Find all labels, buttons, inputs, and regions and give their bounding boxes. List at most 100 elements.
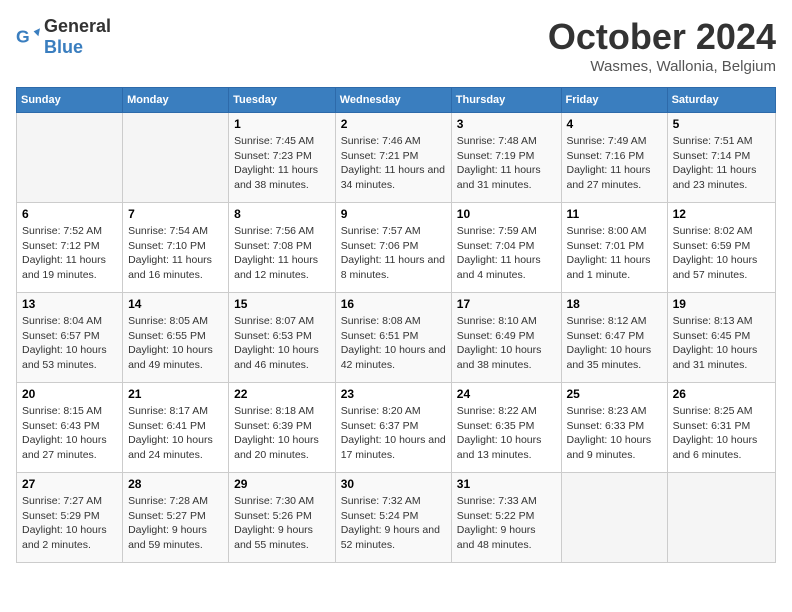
day-info: Sunrise: 7:33 AMSunset: 5:22 PMDaylight:… xyxy=(457,494,556,553)
day-info: Sunrise: 8:05 AMSunset: 6:55 PMDaylight:… xyxy=(128,314,223,373)
logo-icon: G xyxy=(16,25,40,49)
calendar-cell: 4Sunrise: 7:49 AMSunset: 7:16 PMDaylight… xyxy=(561,113,667,203)
calendar-cell: 7Sunrise: 7:54 AMSunset: 7:10 PMDaylight… xyxy=(123,203,229,293)
day-number: 24 xyxy=(457,387,556,401)
col-monday: Monday xyxy=(123,88,229,113)
calendar-cell: 9Sunrise: 7:57 AMSunset: 7:06 PMDaylight… xyxy=(335,203,451,293)
calendar-cell xyxy=(667,473,775,563)
day-info: Sunrise: 7:28 AMSunset: 5:27 PMDaylight:… xyxy=(128,494,223,553)
calendar-cell: 23 Sunrise: 8:20 AMSunset: 6:37 PMDayligh… xyxy=(335,383,451,473)
calendar-cell: 28 Sunrise: 7:28 AMSunset: 5:27 PMDayligh… xyxy=(123,473,229,563)
logo-blue-text: Blue xyxy=(44,37,83,57)
calendar-week-1: 1 Sunrise: 7:45 AMSunset: 7:23 PMDaylight… xyxy=(17,113,776,203)
calendar-cell: 22 Sunrise: 8:18 AMSunset: 6:39 PMDayligh… xyxy=(229,383,336,473)
day-number: 11 xyxy=(567,207,662,221)
calendar-cell: 6 Sunrise: 7:52 AMSunset: 7:12 PMDaylight… xyxy=(17,203,123,293)
day-number: 10 xyxy=(457,207,556,221)
day-number: 3 xyxy=(457,117,556,131)
calendar-week-2: 6 Sunrise: 7:52 AMSunset: 7:12 PMDaylight… xyxy=(17,203,776,293)
col-saturday: Saturday xyxy=(667,88,775,113)
calendar-cell: 21 Sunrise: 8:17 AMSunset: 6:41 PMDayligh… xyxy=(123,383,229,473)
day-number: 8 xyxy=(234,207,330,221)
calendar-header: Sunday Monday Tuesday Wednesday Thursday… xyxy=(17,88,776,113)
day-info: Sunrise: 8:17 AMSunset: 6:41 PMDaylight:… xyxy=(128,404,223,463)
calendar-cell: 3 Sunrise: 7:48 AMSunset: 7:19 PMDaylight… xyxy=(451,113,561,203)
day-number: 4 xyxy=(567,117,662,131)
calendar-cell xyxy=(123,113,229,203)
calendar-title: October 2024 xyxy=(548,16,776,58)
calendar-cell xyxy=(17,113,123,203)
day-info: Sunrise: 8:25 AMSunset: 6:31 PMDaylight:… xyxy=(673,404,770,463)
calendar-table: Sunday Monday Tuesday Wednesday Thursday… xyxy=(16,87,776,563)
calendar-cell: 5Sunrise: 7:51 AMSunset: 7:14 PMDaylight… xyxy=(667,113,775,203)
calendar-cell: 31 Sunrise: 7:33 AMSunset: 5:22 PMDayligh… xyxy=(451,473,561,563)
day-info: Sunrise: 8:20 AMSunset: 6:37 PMDaylight:… xyxy=(341,404,446,463)
calendar-cell: 16Sunrise: 8:08 AMSunset: 6:51 PMDayligh… xyxy=(335,293,451,383)
day-info: Sunrise: 8:10 AMSunset: 6:49 PMDaylight:… xyxy=(457,314,556,373)
calendar-cell: 17 Sunrise: 8:10 AMSunset: 6:49 PMDayligh… xyxy=(451,293,561,383)
calendar-cell: 19 Sunrise: 8:13 AMSunset: 6:45 PMDayligh… xyxy=(667,293,775,383)
day-info: Sunrise: 8:13 AMSunset: 6:45 PMDaylight:… xyxy=(673,314,770,373)
calendar-cell: 11Sunrise: 8:00 AMSunset: 7:01 PMDayligh… xyxy=(561,203,667,293)
day-number: 31 xyxy=(457,477,556,491)
calendar-cell: 14 Sunrise: 8:05 AMSunset: 6:55 PMDayligh… xyxy=(123,293,229,383)
day-info: Sunrise: 8:23 AMSunset: 6:33 PMDaylight:… xyxy=(567,404,662,463)
logo: G General Blue xyxy=(16,16,111,58)
calendar-cell: 24 Sunrise: 8:22 AMSunset: 6:35 PMDayligh… xyxy=(451,383,561,473)
calendar-cell: 18 Sunrise: 8:12 AMSunset: 6:47 PMDayligh… xyxy=(561,293,667,383)
day-info: Sunrise: 7:30 AMSunset: 5:26 PMDaylight:… xyxy=(234,494,330,553)
day-info: Sunrise: 7:51 AMSunset: 7:14 PMDaylight:… xyxy=(673,134,770,193)
day-number: 2 xyxy=(341,117,446,131)
calendar-week-3: 13Sunrise: 8:04 AMSunset: 6:57 PMDayligh… xyxy=(17,293,776,383)
day-info: Sunrise: 7:27 AMSunset: 5:29 PMDaylight:… xyxy=(22,494,117,553)
calendar-cell: 25 Sunrise: 8:23 AMSunset: 6:33 PMDayligh… xyxy=(561,383,667,473)
day-info: Sunrise: 8:12 AMSunset: 6:47 PMDaylight:… xyxy=(567,314,662,373)
calendar-cell: 15Sunrise: 8:07 AMSunset: 6:53 PMDayligh… xyxy=(229,293,336,383)
day-number: 20 xyxy=(22,387,117,401)
calendar-cell: 20Sunrise: 8:15 AMSunset: 6:43 PMDayligh… xyxy=(17,383,123,473)
day-number: 27 xyxy=(22,477,117,491)
day-number: 18 xyxy=(567,297,662,311)
calendar-body: 1 Sunrise: 7:45 AMSunset: 7:23 PMDaylight… xyxy=(17,113,776,563)
svg-text:G: G xyxy=(16,27,30,47)
day-info: Sunrise: 7:56 AMSunset: 7:08 PMDaylight:… xyxy=(234,224,330,283)
day-info: Sunrise: 8:18 AMSunset: 6:39 PMDaylight:… xyxy=(234,404,330,463)
day-info: Sunrise: 8:22 AMSunset: 6:35 PMDaylight:… xyxy=(457,404,556,463)
day-number: 14 xyxy=(128,297,223,311)
day-info: Sunrise: 7:46 AMSunset: 7:21 PMDaylight:… xyxy=(341,134,446,193)
calendar-cell: 1 Sunrise: 7:45 AMSunset: 7:23 PMDaylight… xyxy=(229,113,336,203)
day-number: 13 xyxy=(22,297,117,311)
day-info: Sunrise: 7:48 AMSunset: 7:19 PMDaylight:… xyxy=(457,134,556,193)
calendar-cell: 30Sunrise: 7:32 AMSunset: 5:24 PMDayligh… xyxy=(335,473,451,563)
day-number: 19 xyxy=(673,297,770,311)
day-number: 6 xyxy=(22,207,117,221)
calendar-cell xyxy=(561,473,667,563)
day-info: Sunrise: 7:45 AMSunset: 7:23 PMDaylight:… xyxy=(234,134,330,193)
day-number: 15 xyxy=(234,297,330,311)
day-number: 22 xyxy=(234,387,330,401)
calendar-cell: 2 Sunrise: 7:46 AMSunset: 7:21 PMDaylight… xyxy=(335,113,451,203)
day-info: Sunrise: 8:02 AMSunset: 6:59 PMDaylight:… xyxy=(673,224,770,283)
day-info: Sunrise: 8:08 AMSunset: 6:51 PMDaylight:… xyxy=(341,314,446,373)
day-number: 7 xyxy=(128,207,223,221)
day-info: Sunrise: 7:52 AMSunset: 7:12 PMDaylight:… xyxy=(22,224,117,283)
day-number: 29 xyxy=(234,477,330,491)
col-wednesday: Wednesday xyxy=(335,88,451,113)
calendar-cell: 13Sunrise: 8:04 AMSunset: 6:57 PMDayligh… xyxy=(17,293,123,383)
day-number: 26 xyxy=(673,387,770,401)
logo-general-text: General xyxy=(44,16,111,36)
day-number: 23 xyxy=(341,387,446,401)
day-number: 25 xyxy=(567,387,662,401)
header-row: Sunday Monday Tuesday Wednesday Thursday… xyxy=(17,88,776,113)
calendar-cell: 8 Sunrise: 7:56 AMSunset: 7:08 PMDaylight… xyxy=(229,203,336,293)
day-number: 28 xyxy=(128,477,223,491)
day-number: 21 xyxy=(128,387,223,401)
calendar-week-5: 27 Sunrise: 7:27 AMSunset: 5:29 PMDayligh… xyxy=(17,473,776,563)
col-sunday: Sunday xyxy=(17,88,123,113)
day-number: 1 xyxy=(234,117,330,131)
day-info: Sunrise: 7:57 AMSunset: 7:06 PMDaylight:… xyxy=(341,224,446,283)
day-info: Sunrise: 7:32 AMSunset: 5:24 PMDaylight:… xyxy=(341,494,446,553)
calendar-cell: 29 Sunrise: 7:30 AMSunset: 5:26 PMDayligh… xyxy=(229,473,336,563)
day-info: Sunrise: 7:59 AMSunset: 7:04 PMDaylight:… xyxy=(457,224,556,283)
day-number: 17 xyxy=(457,297,556,311)
